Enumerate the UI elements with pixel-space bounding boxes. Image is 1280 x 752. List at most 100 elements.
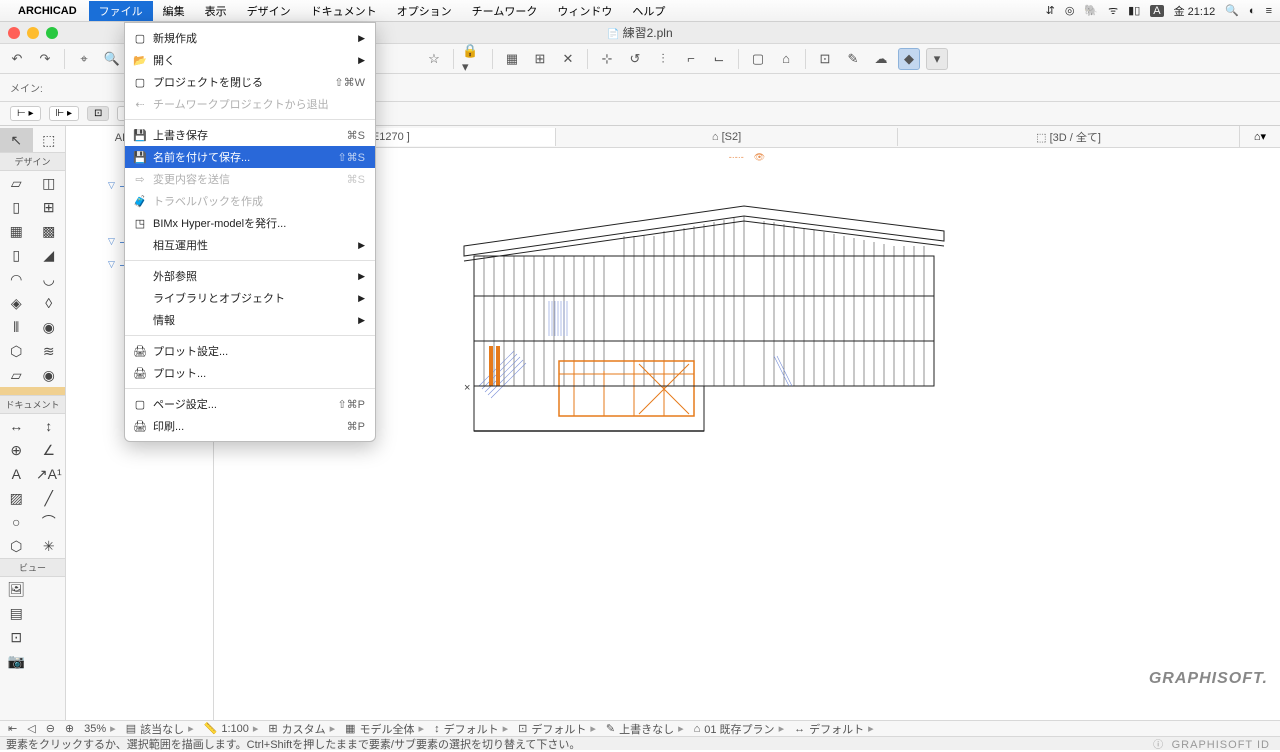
tool-angle[interactable]: ∠: [33, 438, 66, 462]
snap4-button[interactable]: ⌐: [680, 48, 702, 70]
tool-railing[interactable]: ≋: [33, 339, 66, 363]
tool-arrow[interactable]: ↖: [0, 128, 33, 152]
menu-design[interactable]: デザイン: [237, 1, 301, 21]
status-d2[interactable]: デフォルト: [531, 721, 586, 737]
cloud-icon[interactable]: ◎: [1065, 4, 1075, 17]
undo-button[interactable]: ↶: [6, 48, 28, 70]
menu-icon[interactable]: ≡: [1266, 5, 1272, 17]
menu-item[interactable]: ▢プロジェクトを閉じる⇧⌘W: [125, 71, 375, 93]
snap5-button[interactable]: ⌙: [708, 48, 730, 70]
cancel-button[interactable]: ✕: [557, 48, 579, 70]
menu-edit[interactable]: 編集: [153, 1, 195, 21]
tool-column[interactable]: ⊞: [33, 195, 66, 219]
find-button[interactable]: 🔍: [101, 48, 123, 70]
menu-item[interactable]: 💾上書き保存⌘S: [125, 124, 375, 146]
menu-file[interactable]: ファイル: [89, 1, 153, 21]
pick-button[interactable]: ⌖: [73, 48, 95, 70]
chip-2[interactable]: ⊩ ▸: [49, 106, 80, 121]
menu-item[interactable]: 🖨印刷...⌘P: [125, 415, 375, 437]
tool-stair[interactable]: ⦀: [0, 315, 33, 339]
dropbox-icon[interactable]: ⇵: [1046, 4, 1055, 17]
status-override[interactable]: 上書きなし: [619, 721, 674, 737]
app-name[interactable]: ARCHICAD: [18, 5, 77, 17]
prop2-button[interactable]: ✎: [842, 48, 864, 70]
evernote-icon[interactable]: 🐘: [1084, 4, 1098, 17]
tool-wall[interactable]: ▱: [0, 171, 33, 195]
close-button[interactable]: [8, 27, 20, 39]
status-custom[interactable]: カスタム: [282, 721, 326, 737]
tool-line[interactable]: ╱: [33, 486, 66, 510]
view1-button[interactable]: ▢: [747, 48, 769, 70]
tool-v8[interactable]: [33, 649, 66, 673]
menu-item[interactable]: ◳BIMx Hyper-modelを発行...: [125, 212, 375, 234]
tab-3d[interactable]: ⬚ [3D / 全て]: [898, 126, 1240, 148]
tool-v2[interactable]: [33, 577, 66, 601]
menu-document[interactable]: ドキュメント: [301, 1, 387, 21]
tool-circle[interactable]: ○: [0, 510, 33, 534]
menu-help[interactable]: ヘルプ: [622, 1, 675, 21]
tool-object[interactable]: ◊: [33, 291, 66, 315]
snap3-button[interactable]: ⫶: [652, 48, 674, 70]
tool-spline[interactable]: ✳: [33, 534, 66, 558]
favorite-button[interactable]: ☆: [423, 48, 445, 70]
view2-button[interactable]: ⌂: [775, 48, 797, 70]
status-layer[interactable]: 該当なし: [140, 721, 184, 737]
tool-v6[interactable]: [33, 625, 66, 649]
chip-1[interactable]: ⊢ ▸: [10, 106, 41, 121]
tool-dim[interactable]: ↔: [0, 414, 33, 438]
tool-curtain[interactable]: ◡: [33, 267, 66, 291]
zoom-button[interactable]: [46, 27, 58, 39]
menu-item[interactable]: ライブラリとオブジェクト▶: [125, 287, 375, 309]
prop1-button[interactable]: ⊡: [814, 48, 836, 70]
tool-door[interactable]: ◫: [33, 171, 66, 195]
menu-teamwork[interactable]: チームワーク: [462, 1, 548, 21]
clock[interactable]: 金 21:12: [1174, 3, 1216, 19]
tool-morph[interactable]: ◈: [0, 291, 33, 315]
menu-item[interactable]: 📂開く▶: [125, 49, 375, 71]
menu-view[interactable]: 表示: [195, 1, 237, 21]
brand-id[interactable]: ⓘ GRAPHISOFT ID: [1153, 736, 1270, 751]
chip-3[interactable]: ⊡: [87, 106, 109, 121]
tool-level[interactable]: ↕: [33, 414, 66, 438]
tool-slab[interactable]: ▦: [0, 219, 33, 243]
tool-roof[interactable]: ▩: [33, 219, 66, 243]
prop3-button[interactable]: ☁: [870, 48, 892, 70]
zoom-in[interactable]: ⊕: [65, 722, 74, 735]
tool-beam[interactable]: ▯: [0, 243, 33, 267]
redo-button[interactable]: ↷: [34, 48, 56, 70]
tool-marquee[interactable]: ⬚: [33, 128, 66, 152]
wifi-icon[interactable]: ᯤ: [1108, 3, 1118, 18]
snap2-button[interactable]: ↺: [624, 48, 646, 70]
snap1-button[interactable]: ⊹: [596, 48, 618, 70]
tool-text[interactable]: A: [0, 462, 33, 486]
status-plan[interactable]: 01 既存プラン: [704, 721, 774, 737]
tool-opening[interactable]: ▱: [0, 363, 33, 387]
status-d1[interactable]: デフォルト: [444, 721, 499, 737]
tool-zone[interactable]: ⬡: [0, 339, 33, 363]
menu-item[interactable]: 💾名前を付けて保存...⇧⌘S: [125, 146, 375, 168]
menu-item[interactable]: 相互運用性▶: [125, 234, 375, 256]
siri-icon[interactable]: ◐: [1249, 5, 1256, 17]
tool-fill[interactable]: ▨: [0, 486, 33, 510]
nav-first[interactable]: ⇤: [8, 722, 17, 735]
tool-light[interactable]: ◉: [33, 363, 66, 387]
zoom-out[interactable]: ⊖: [46, 722, 55, 735]
tool-lamp[interactable]: ◉: [33, 315, 66, 339]
menu-item[interactable]: 🖨プロット...: [125, 362, 375, 384]
tool-window[interactable]: ▯: [0, 195, 33, 219]
tool-poly[interactable]: ⬡: [0, 534, 33, 558]
menu-item[interactable]: ▢ページ設定...⇧⌘P: [125, 393, 375, 415]
tool-radial[interactable]: ⊕: [0, 438, 33, 462]
tool-mesh[interactable]: ◠: [0, 267, 33, 291]
tool-label[interactable]: ↗A¹: [33, 462, 66, 486]
grid-button[interactable]: ⊞: [529, 48, 551, 70]
menu-item[interactable]: 🖨プロット設定...: [125, 340, 375, 362]
layers-button[interactable]: ▦: [501, 48, 523, 70]
status-d3[interactable]: デフォルト: [809, 721, 864, 737]
input-icon[interactable]: A: [1150, 5, 1163, 17]
menu-item[interactable]: 外部参照▶: [125, 265, 375, 287]
trace-button[interactable]: ◆: [898, 48, 920, 70]
dropdown-button[interactable]: ▾: [926, 48, 948, 70]
status-scale[interactable]: 1:100: [221, 723, 249, 735]
tab-section[interactable]: ⌂ [S2]: [556, 128, 898, 146]
